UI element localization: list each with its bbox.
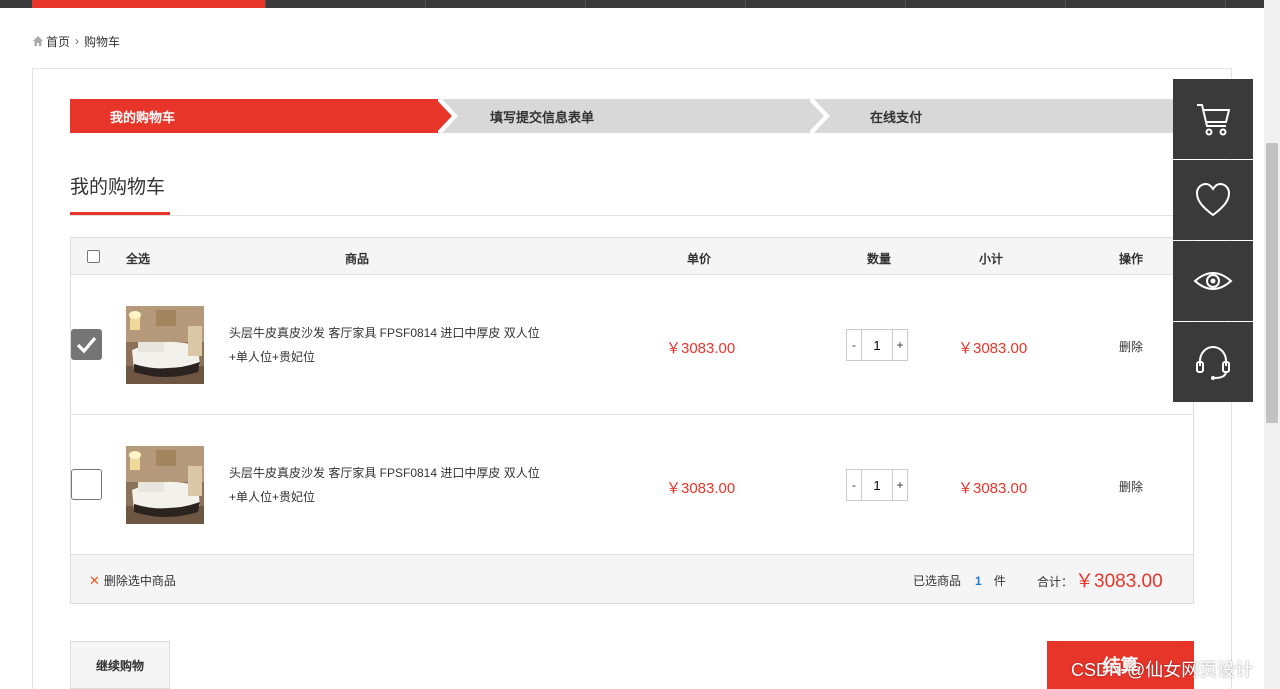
qty-input[interactable]: 1 [862, 330, 892, 360]
selected-count: 已选商品 1 件 [913, 572, 1006, 589]
step-payment: 在线支付 [810, 99, 1190, 133]
product-thumbnail[interactable] [126, 446, 204, 524]
sofa-bed-image [126, 446, 204, 524]
table-header: 全选 商品 单价 数量 小计 操作 [71, 238, 1193, 275]
product-name[interactable]: 头层牛皮真皮沙发 客厅家具 FPSF0814 进口中厚皮 双人位 +单人位+贵妃… [229, 321, 549, 369]
continue-shopping-button[interactable]: 继续购物 [70, 641, 170, 689]
step-form: 填写提交信息表单 [438, 99, 828, 133]
select-all-checkbox[interactable] [87, 250, 100, 263]
product-name-line1: 头层牛皮真皮沙发 客厅家具 FPSF0814 进口中厚皮 双人位 [229, 326, 540, 340]
checkmark-icon [76, 336, 97, 354]
side-service-button[interactable] [1173, 322, 1253, 402]
top-nav-item[interactable] [426, 0, 586, 8]
top-nav-item[interactable] [266, 0, 426, 8]
close-icon: ✕ [89, 572, 100, 588]
home-icon [33, 36, 43, 46]
header-action: 操作 [1119, 252, 1144, 266]
side-toolbar [1173, 79, 1253, 402]
row-checkbox-unchecked[interactable] [71, 469, 102, 500]
heart-icon [1195, 182, 1231, 217]
row-subtotal: ￥3083.00 [958, 340, 1028, 357]
delete-selected-label: 删除选中商品 [103, 574, 176, 588]
product-thumbnail[interactable] [126, 306, 204, 384]
side-favorite-button[interactable] [1173, 160, 1253, 240]
qty-input[interactable]: 1 [862, 470, 892, 500]
table-footer: ✕ 删除选中商品 已选商品 1 件 合计： ￥3083.00 [71, 555, 1193, 603]
unit-price: ￥3083.00 [666, 480, 736, 497]
unit-price: ￥3083.00 [666, 340, 736, 357]
total-value: ￥3083.00 [1075, 571, 1163, 592]
top-nav-item-active[interactable] [32, 0, 266, 8]
top-nav-item[interactable] [586, 0, 746, 8]
watermark: CSDN @仙女网页设计 [1071, 660, 1254, 680]
cart-table: 全选 商品 单价 数量 小计 操作 头层牛皮真皮沙发 客厅家具 FPSF0814… [70, 237, 1194, 604]
eye-icon [1193, 272, 1233, 290]
step-payment-shape [810, 99, 1190, 133]
sofa-bed-image [126, 306, 204, 384]
cart-icon [1197, 104, 1231, 136]
step-payment-label: 在线支付 [870, 109, 923, 125]
qty-minus-button[interactable]: - [847, 470, 862, 500]
side-cart-button[interactable] [1173, 79, 1253, 159]
header-quantity: 数量 [867, 252, 892, 266]
product-name-line1: 头层牛皮真皮沙发 客厅家具 FPSF0814 进口中厚皮 双人位 [229, 466, 540, 480]
selected-unit: 件 [993, 574, 1006, 588]
top-nav-bar [0, 0, 1264, 8]
product-name-line2: +单人位+贵妃位 [229, 350, 316, 364]
breadcrumb-current: 购物车 [84, 34, 121, 49]
vertical-scrollbar[interactable] [1264, 0, 1280, 689]
side-history-button[interactable] [1173, 241, 1253, 321]
header-subtotal: 小计 [979, 252, 1004, 266]
scrollbar-thumb[interactable] [1266, 143, 1278, 423]
qty-plus-button[interactable]: + [892, 470, 907, 500]
divider [70, 215, 1194, 216]
product-name-line2: +单人位+贵妃位 [229, 490, 316, 504]
delete-link[interactable]: 删除 [1119, 478, 1143, 495]
step-cart-label: 我的购物车 [110, 109, 176, 125]
product-name[interactable]: 头层牛皮真皮沙发 客厅家具 FPSF0814 进口中厚皮 双人位 +单人位+贵妃… [229, 461, 549, 509]
page-title: 我的购物车 [70, 177, 166, 198]
breadcrumb-separator-icon: › [75, 34, 80, 48]
top-nav-item[interactable] [746, 0, 906, 8]
row-subtotal: ￥3083.00 [958, 480, 1028, 497]
table-row: 头层牛皮真皮沙发 客厅家具 FPSF0814 进口中厚皮 双人位 +单人位+贵妃… [71, 275, 1193, 415]
step-cart: 我的购物车 [70, 99, 456, 133]
top-nav-item[interactable] [906, 0, 1066, 8]
row-checkbox-checked[interactable] [71, 329, 102, 360]
header-product: 商品 [345, 252, 370, 266]
quantity-stepper: - 1 + [846, 329, 908, 361]
top-nav-item[interactable] [1066, 0, 1226, 8]
step-form-label: 填写提交信息表单 [490, 109, 595, 125]
checkout-steps: 我的购物车 填写提交信息表单 在线支付 [70, 99, 1190, 133]
qty-plus-button[interactable]: + [892, 330, 907, 360]
breadcrumb-home-link[interactable]: 首页 [46, 33, 70, 50]
qty-minus-button[interactable]: - [847, 330, 862, 360]
quantity-stepper: - 1 + [846, 469, 908, 501]
headset-icon [1196, 345, 1230, 380]
breadcrumb: 首页 › 购物车 [32, 33, 120, 49]
table-row: 头层牛皮真皮沙发 客厅家具 FPSF0814 进口中厚皮 双人位 +单人位+贵妃… [71, 415, 1193, 555]
total-label: 合计： [1037, 575, 1074, 589]
selected-count-number: 1 [975, 574, 982, 588]
delete-selected-button[interactable]: ✕ 删除选中商品 [89, 572, 176, 589]
header-select-all: 全选 [126, 252, 151, 266]
selected-prefix: 已选商品 [913, 574, 962, 588]
delete-link[interactable]: 删除 [1119, 338, 1143, 355]
header-unit-price: 单价 [687, 252, 712, 266]
